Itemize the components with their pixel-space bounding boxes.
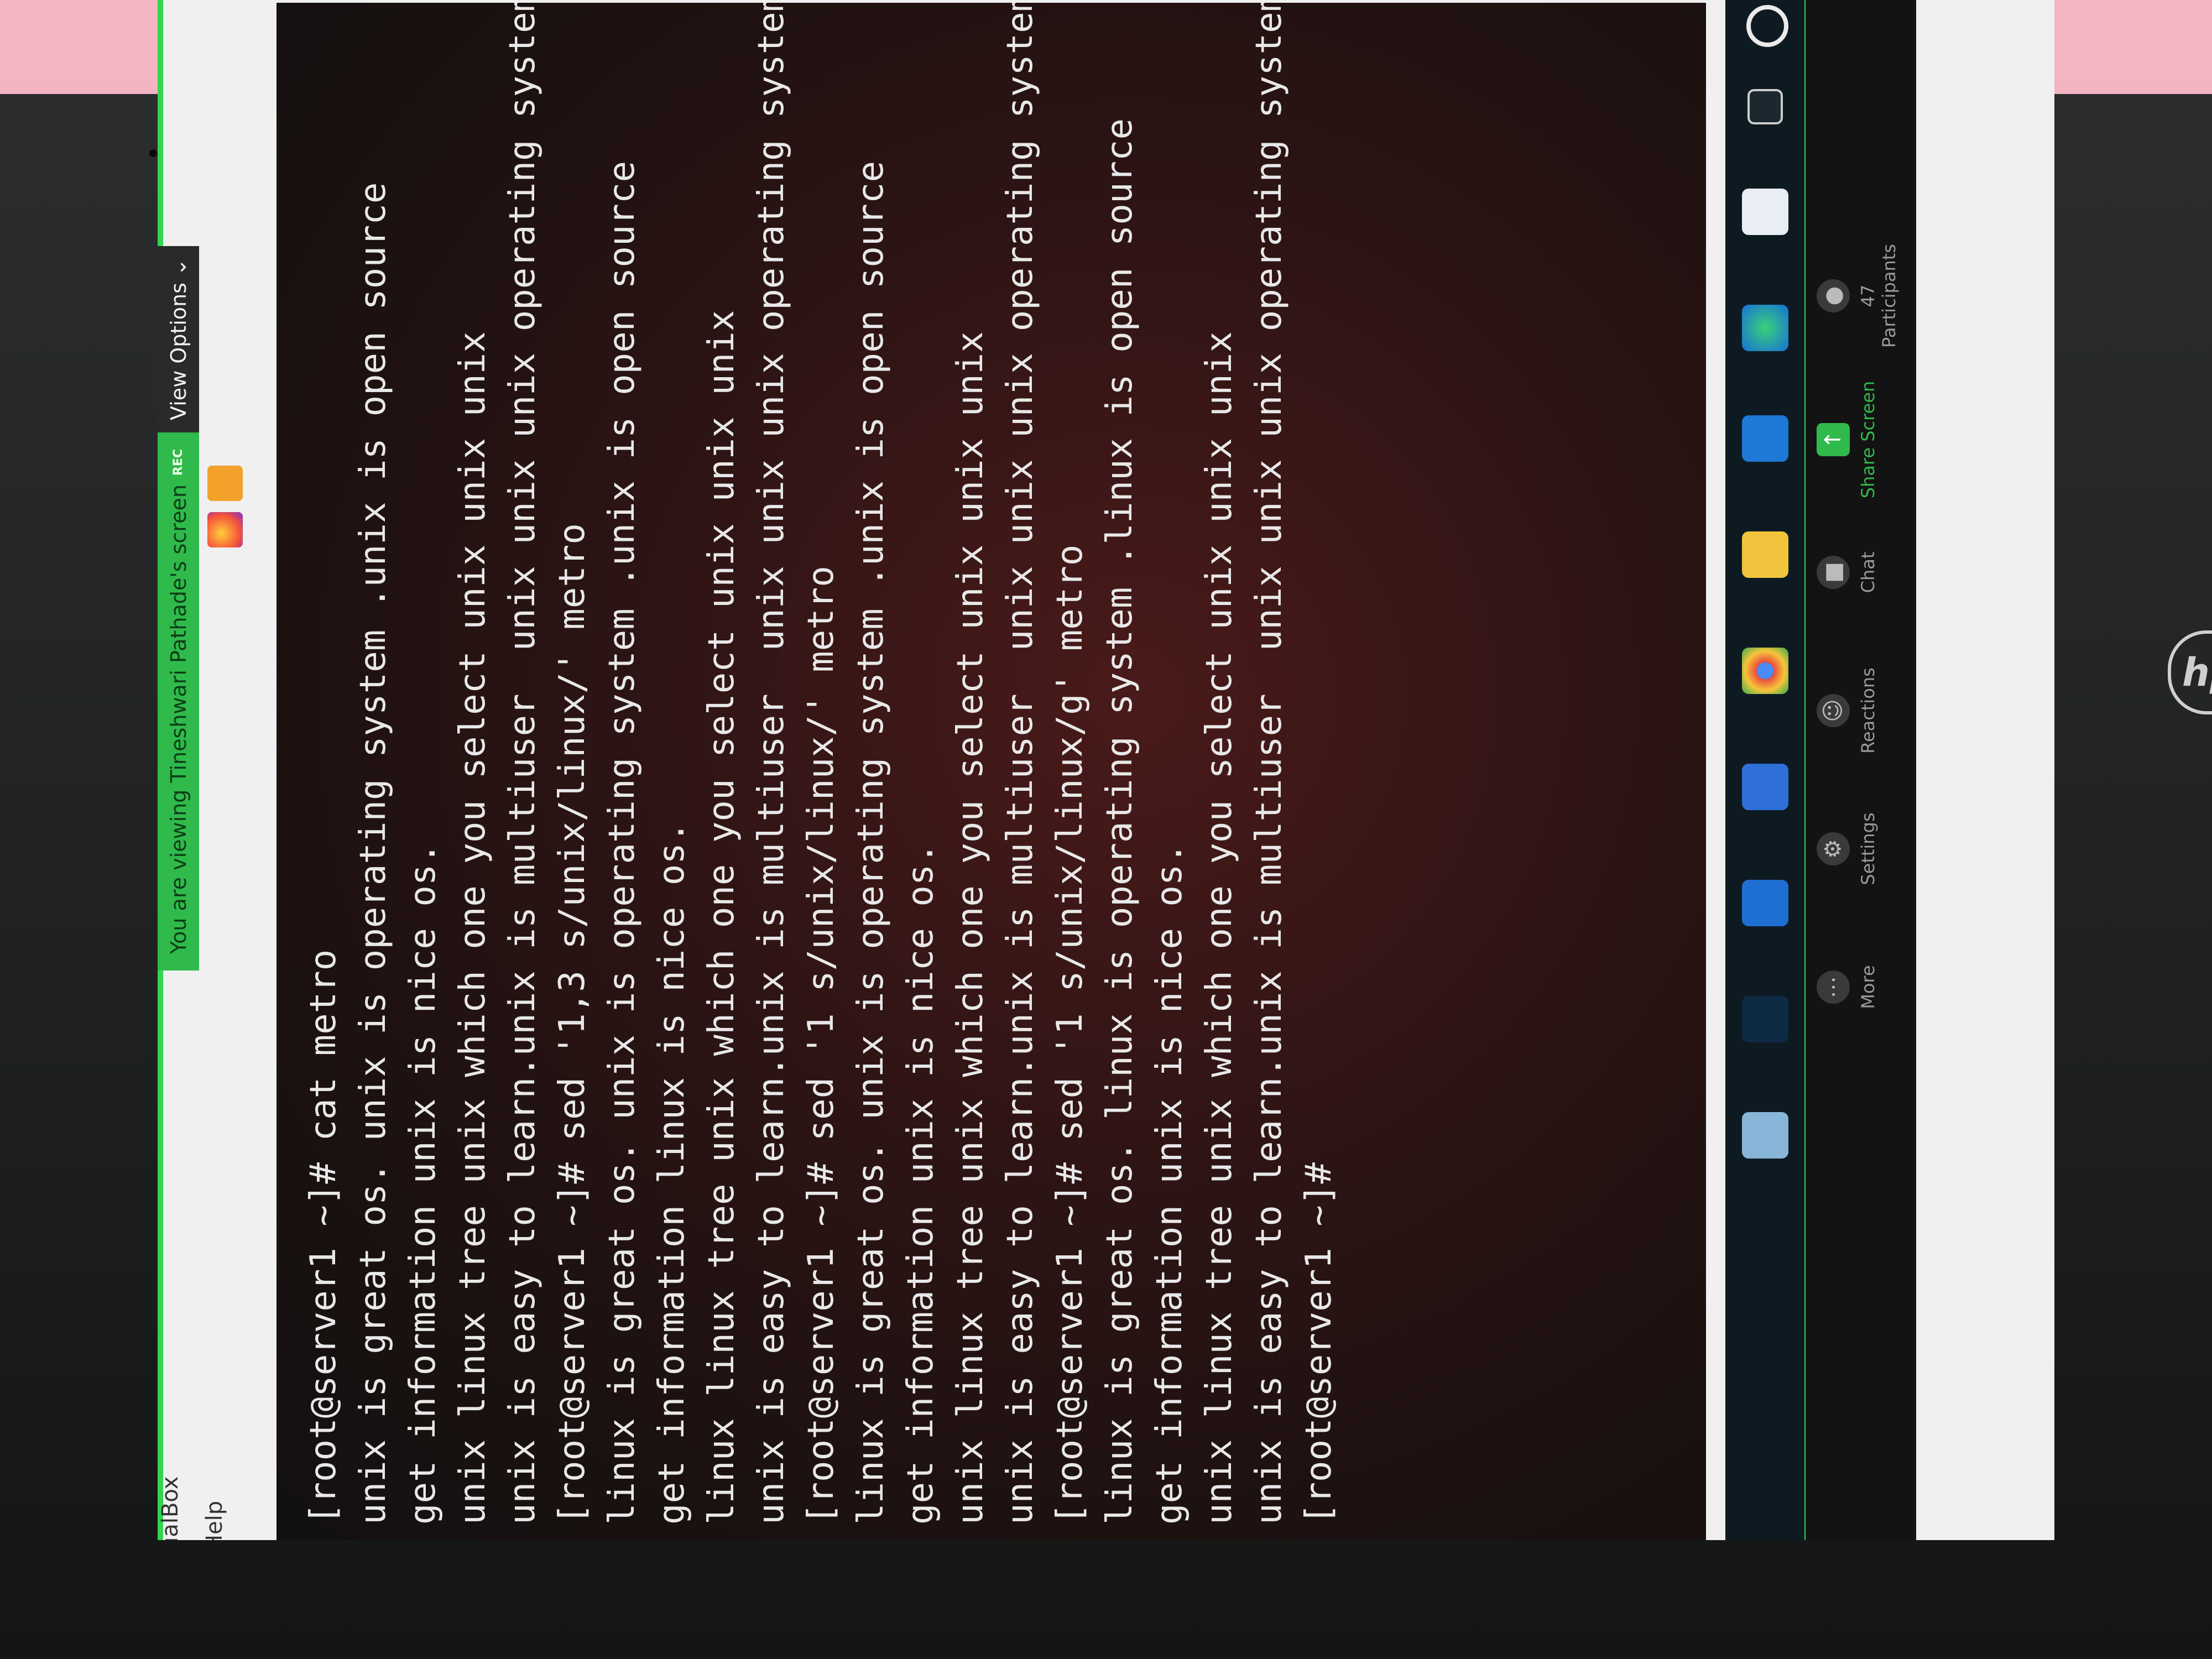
- more-dots-icon: ⋯: [1817, 971, 1850, 1004]
- reactions-button[interactable]: ☺ Reactions: [1817, 650, 1879, 771]
- participants-icon: ●: [1817, 279, 1850, 312]
- virtualbox-icon[interactable]: [1742, 764, 1788, 810]
- terminal-line: unix linux tree unix which one you selec…: [452, 331, 493, 1525]
- terminal-line: get information linux is nice os.: [651, 821, 692, 1525]
- terminal-line: linux is great os. linux is operating sy…: [1099, 118, 1140, 1525]
- terminal-line: unix is easy to learn.unix is multiuser …: [1000, 3, 1041, 1525]
- gear-icon: ⚙: [1817, 832, 1850, 865]
- viewing-text: You are viewing Tineshwari Pathade's scr…: [166, 484, 191, 954]
- edge-icon[interactable]: [1742, 305, 1788, 351]
- terminal-line: linux linux tree unix which one you sele…: [701, 310, 742, 1525]
- more-label: More: [1858, 965, 1879, 1009]
- laptop-screen: ualBox Help You are viewing Tineshwari P…: [158, 0, 2054, 1540]
- more-button[interactable]: ⋯ More: [1817, 926, 1879, 1048]
- start-search-icon[interactable]: [1746, 5, 1788, 47]
- terminal-line: get information unix is nice os.: [403, 843, 444, 1525]
- view-options-label: View Options: [166, 283, 191, 420]
- chevron-down-icon: ⌄: [166, 258, 191, 276]
- terminal-line: get information unix is nice os.: [900, 843, 941, 1525]
- files-icon[interactable]: [1742, 1112, 1788, 1159]
- window-title: ualBox: [158, 1476, 183, 1540]
- mail-icon[interactable]: [1742, 415, 1788, 462]
- terminal-line: unix is easy to learn.unix is multiuser …: [751, 3, 792, 1525]
- photo-background: ualBox Help You are viewing Tineshwari P…: [0, 0, 2212, 1659]
- bezel-dot: [149, 149, 157, 157]
- participants-button[interactable]: ● 47 Participants: [1817, 235, 1900, 357]
- terminal-line: [root@server1 ~]# sed '1,3 s/unix/linux/…: [552, 523, 593, 1525]
- floating-tray: [207, 466, 243, 547]
- terminal-line: linux is great os. unix is operating sys…: [602, 161, 643, 1525]
- settings-label: Settings: [1858, 812, 1879, 885]
- chat-button[interactable]: ■ Chat: [1817, 512, 1879, 633]
- share-arrow-icon: ↑: [1817, 423, 1850, 456]
- store-icon[interactable]: [1742, 189, 1788, 235]
- file-explorer-icon[interactable]: [1742, 531, 1788, 578]
- share-label: Share Screen: [1858, 380, 1879, 499]
- terminal-line: unix is great os. unix is operating syst…: [353, 182, 394, 1525]
- zoom-meeting-toolbar: ● 47 Participants ↑ Share Screen ■ Chat …: [1806, 0, 1916, 1540]
- terminal-line: [root@server1 ~]# sed '1 s/unix/linux/' …: [801, 566, 842, 1525]
- settings-button[interactable]: ⚙ Settings: [1817, 788, 1879, 910]
- terminal-line: get information unix is nice os.: [1149, 843, 1190, 1525]
- terminal-line: unix is easy to learn.unix is multiuser …: [1249, 3, 1290, 1525]
- viewing-indicator: You are viewing Tineshwari Pathade's scr…: [158, 432, 199, 971]
- windows-taskbar: [1725, 0, 1806, 1540]
- terminal-line: [root@server1 ~]#: [1298, 1162, 1339, 1525]
- terminal-line: [root@server1 ~]# sed '1 s/unix/linux/g'…: [1050, 544, 1091, 1525]
- terminal-line: unix linux tree unix which one you selec…: [950, 331, 991, 1525]
- terminal-line: linux is great os. unix is operating sys…: [851, 161, 891, 1525]
- chrome-icon[interactable]: [1742, 648, 1788, 694]
- app-icon[interactable]: [1742, 880, 1788, 926]
- participants-count: 47: [1858, 284, 1879, 307]
- network-icon[interactable]: [1742, 996, 1788, 1042]
- reactions-label: Reactions: [1858, 667, 1879, 754]
- terminal-line: unix linux tree unix which one you selec…: [1199, 331, 1240, 1525]
- view-options-button[interactable]: View Options ⌄: [158, 246, 199, 432]
- rec-badge: REC: [171, 448, 185, 476]
- task-view-icon[interactable]: [1747, 89, 1783, 124]
- terminal-line: [root@server1 ~]# cat metro: [303, 949, 344, 1525]
- share-screen-button[interactable]: ↑ Share Screen: [1817, 379, 1879, 500]
- terminal-console[interactable]: [root@server1 ~]# cat metro unix is great…: [276, 3, 1706, 1540]
- reactions-icon: ☺: [1817, 694, 1850, 727]
- zoom-share-banner: You are viewing Tineshwari Pathade's scr…: [158, 246, 199, 971]
- terminal-line: unix is easy to learn.unix is multiuser …: [502, 3, 543, 1525]
- participants-label: Participants: [1879, 244, 1900, 348]
- chat-label: Chat: [1858, 551, 1879, 593]
- microphone-icon[interactable]: [207, 466, 243, 501]
- menu-help[interactable]: Help: [202, 1501, 227, 1540]
- firefox-icon[interactable]: [207, 512, 243, 547]
- chat-icon: ■: [1817, 556, 1850, 589]
